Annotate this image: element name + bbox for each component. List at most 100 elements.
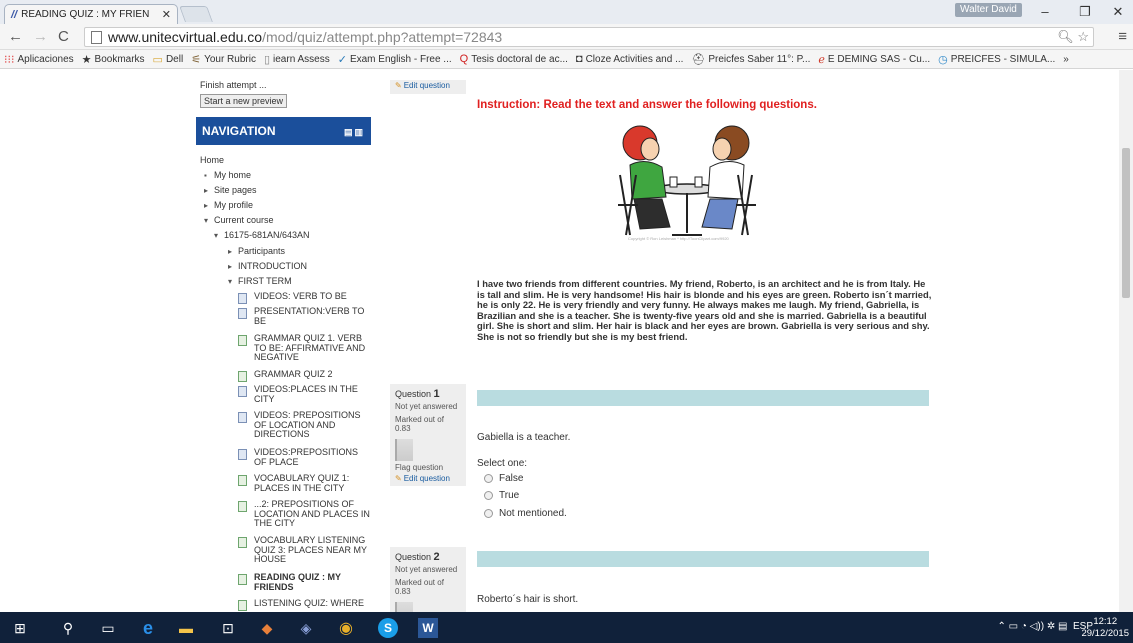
store-icon[interactable]: ⊡ (218, 618, 238, 638)
course-item-current[interactable]: READING QUIZ : MY FRIENDS (238, 572, 373, 592)
course-item[interactable]: LISTENING QUIZ: WHERE (238, 598, 373, 611)
course-item[interactable]: GRAMMAR QUIZ 1. VERB TO BE: AFFIRMATIVE … (238, 333, 373, 363)
file-explorer-icon[interactable]: ▬ (176, 618, 196, 638)
course-item[interactable]: VIDEOS:PREPOSITIONS OF PLACE (238, 447, 373, 467)
right-woman-figure (701, 125, 756, 236)
course-item[interactable]: VIDEOS: VERB TO BE (238, 291, 373, 304)
minimize-icon[interactable]: – (1035, 4, 1055, 19)
course-item[interactable]: GRAMMAR QUIZ 2 (238, 369, 373, 382)
navigation-block-header: NAVIGATION ▤▥ (196, 117, 371, 145)
back-arrow-icon[interactable]: ← (8, 28, 23, 45)
bookmarks-bar: ⁝⁝⁝ Aplicaciones ★ Bookmarks ▭ Dell ⚟ Your R… (0, 50, 1133, 69)
chrome-menu-icon[interactable]: ≡ (1118, 28, 1127, 45)
nav-my-home[interactable]: ▪ My home (204, 170, 251, 181)
bookmark-preicfes-simula[interactable]: ◷ PREICFES - SIMULA... (938, 53, 1055, 66)
chevron-right-icon: ▸ (204, 186, 209, 195)
flag-question-button[interactable] (395, 602, 461, 612)
reload-icon[interactable]: C (58, 28, 69, 45)
tray-icons[interactable]: ⌃ ▭ ◔ ◁)) ✲ ▤ (997, 621, 1067, 632)
browser-toolbar: ← → C www.unitecvirtual.edu.co/mod/quiz/… (0, 24, 1133, 50)
question-2-number: Question 2 (395, 551, 440, 563)
page-icon (238, 308, 247, 319)
bookmark-tesis[interactable]: Q Tesis doctoral de ac... (460, 53, 568, 65)
start-new-preview-button[interactable]: Start a new preview (200, 94, 288, 108)
finish-attempt-link[interactable]: Finish attempt ... (200, 80, 267, 90)
tab-close-icon[interactable]: ✕ (162, 8, 171, 21)
nav-my-profile[interactable]: ▸ My profile (204, 200, 253, 211)
star-icon: ★ (81, 53, 92, 66)
option-true[interactable]: True (484, 490, 519, 501)
edge-browser-icon[interactable]: e (138, 618, 158, 638)
flag-question-button[interactable] (395, 439, 461, 461)
radio-button[interactable] (484, 474, 493, 483)
course-item[interactable]: VIDEOS:PLACES IN THE CITY (238, 384, 373, 404)
bookmarks-overflow-icon[interactable]: » (1063, 54, 1069, 65)
edit-question-link[interactable]: ✎ Edit question (395, 474, 461, 483)
moodle-favicon-icon: // (11, 8, 18, 21)
search-icon[interactable]: ⚲ (58, 618, 78, 638)
windows-start-icon[interactable]: ⊞ (10, 618, 30, 638)
bookmark-dell[interactable]: ▭ Dell (153, 53, 184, 66)
clock[interactable]: 12:12 29/12/2015 (1081, 616, 1129, 640)
chrome-icon[interactable]: ◉ (336, 618, 356, 638)
course-item[interactable]: VIDEOS: PREPOSITIONS OF LOCATION AND DIR… (238, 410, 373, 440)
address-bar[interactable]: www.unitecvirtual.edu.co/mod/quiz/attemp… (84, 27, 1094, 47)
nav-participants[interactable]: ▸ Participants (228, 246, 285, 257)
block-controls-icon[interactable]: ▤▥ (344, 127, 365, 138)
restore-icon[interactable]: ❐ (1075, 4, 1095, 20)
question-1-marks: Marked out of 0.83 (395, 415, 444, 433)
scrollbar-thumb[interactable] (1122, 148, 1130, 298)
question-1-header-bar (477, 390, 929, 406)
chevron-down-icon: ▾ (204, 216, 209, 225)
edit-question-link[interactable]: ✎ Edit question (395, 81, 450, 90)
chevron-right-icon: ▸ (204, 201, 209, 210)
bookmark-preicfes-saber[interactable]: ⛑ Preicfes Saber 11°: P... (691, 53, 810, 66)
course-item[interactable]: PRESENTATION:VERB TO BE (238, 306, 373, 326)
browser-tab-strip: // READING QUIZ : MY FRIEN ✕ Walter Davi… (0, 0, 1133, 24)
bookmark-iearn[interactable]: ▯ iearn Assess (264, 53, 330, 66)
apps-grid-icon: ⁝⁝⁝ (4, 53, 15, 66)
reading-passage: I have two friends from different countr… (477, 278, 932, 342)
course-item[interactable]: ...2: PREPOSITIONS OF LOCATION AND PLACE… (238, 499, 373, 529)
bookmark-cloze[interactable]: ◘ Cloze Activities and ... (576, 53, 683, 65)
nav-home[interactable]: Home (200, 155, 224, 165)
radio-button[interactable] (484, 509, 493, 518)
new-tab-button[interactable] (179, 6, 213, 22)
bookmark-your-rubric[interactable]: ⚟ Your Rubric (191, 53, 256, 66)
browser-tab[interactable]: // READING QUIZ : MY FRIEN ✕ (4, 4, 178, 24)
zoom-star-icons[interactable]: 🔍︎ ☆ (1057, 29, 1089, 45)
forward-arrow-icon[interactable]: → (33, 28, 48, 45)
option-false[interactable]: False (484, 473, 523, 484)
navigation-title: NAVIGATION (202, 124, 276, 138)
system-tray[interactable]: ⌃ ▭ ◔ ◁)) ✲ ▤ ESP (997, 621, 1093, 632)
profile-chip[interactable]: Walter David (955, 3, 1022, 17)
course-item[interactable]: VOCABULARY LISTENING QUIZ 3: PLACES NEAR… (238, 535, 373, 565)
close-window-icon[interactable]: ✕ (1108, 4, 1128, 20)
question-2-marks: Marked out of 0.83 (395, 578, 444, 596)
skype-icon[interactable]: S (378, 618, 398, 638)
app-icon[interactable]: ◈ (296, 618, 316, 638)
nav-first-term[interactable]: ▾ FIRST TERM (228, 276, 292, 287)
nav-introduction[interactable]: ▸ INTRODUCTION (228, 261, 307, 272)
nav-current-course[interactable]: ▾ Current course (204, 215, 274, 226)
flag-question-label[interactable]: Flag question (395, 463, 461, 472)
bookmark-exam-english[interactable]: ✓ Exam English - Free ... (338, 53, 452, 66)
radio-button[interactable] (484, 491, 493, 500)
nav-site-pages[interactable]: ▸ Site pages (204, 185, 257, 196)
page-icon (238, 293, 247, 304)
page-icon (238, 449, 247, 460)
bookmark-deming[interactable]: ℯE DEMING SAS - Cu... (818, 53, 930, 66)
folder-icon: ▭ (152, 53, 163, 66)
question-1-text: Gabiella is a teacher. (477, 432, 571, 443)
word-icon[interactable]: W (418, 618, 438, 638)
bookmark-bookmarks[interactable]: ★ Bookmarks (82, 53, 145, 66)
quiz-icon (238, 537, 247, 548)
option-not-mentioned[interactable]: Not mentioned. (484, 508, 567, 519)
app-icon[interactable]: ◆ (257, 618, 277, 638)
cloze-icon: ◘ (575, 53, 583, 65)
course-item[interactable]: VOCABULARY QUIZ 1: PLACES IN THE CITY (238, 473, 373, 493)
page-scrollbar[interactable] (1119, 70, 1133, 612)
bookmark-apps[interactable]: ⁝⁝⁝ Aplicaciones (4, 53, 74, 66)
nav-course-code[interactable]: ▾ 16175-681AN/643AN (214, 230, 310, 241)
task-view-icon[interactable]: ▭ (98, 618, 118, 638)
